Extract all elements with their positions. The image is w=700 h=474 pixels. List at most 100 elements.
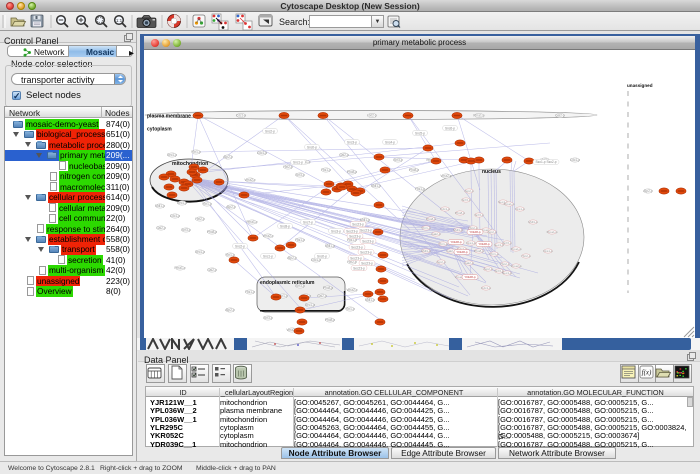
svg-text:Fks1-p: Fks1-p bbox=[543, 249, 553, 253]
svg-text:Pma1-p: Pma1-p bbox=[547, 230, 558, 234]
svg-text:Atp2-p: Atp2-p bbox=[436, 260, 445, 264]
svg-text:Ybr1-p: Ybr1-p bbox=[438, 242, 448, 246]
svg-text:Mdl1-p: Mdl1-p bbox=[371, 184, 381, 188]
svg-text:Fks1-p: Fks1-p bbox=[245, 290, 255, 294]
svg-text:Sec23-p: Sec23-p bbox=[360, 228, 372, 232]
svg-text:Hxt2-p: Hxt2-p bbox=[195, 217, 205, 221]
svg-text:Fks1-p: Fks1-p bbox=[415, 187, 425, 191]
svg-text:Mdl1-p: Mdl1-p bbox=[155, 204, 165, 208]
svg-text:Hxt2-p: Hxt2-p bbox=[500, 262, 509, 266]
svg-text:Sec1-p: Sec1-p bbox=[167, 153, 177, 157]
svg-text:Sec1-p: Sec1-p bbox=[177, 201, 187, 205]
svg-text:Sec23-p: Sec23-p bbox=[362, 239, 374, 243]
svg-text:Fks1-p: Fks1-p bbox=[347, 238, 357, 242]
svg-text:Atp2-p: Atp2-p bbox=[223, 155, 233, 159]
svg-text:Mdl1-p: Mdl1-p bbox=[325, 244, 335, 248]
svg-text:Hxt2-p: Hxt2-p bbox=[521, 254, 530, 258]
svg-text:Ybr1-p: Ybr1-p bbox=[202, 202, 212, 206]
svg-text:Cdc1-p: Cdc1-p bbox=[570, 158, 581, 162]
svg-text:Ybr1-p: Ybr1-p bbox=[225, 253, 235, 257]
svg-text:1:1: 1:1 bbox=[116, 18, 123, 23]
svg-text:unassigned: unassigned bbox=[627, 83, 653, 88]
svg-text:Sec23-p: Sec23-p bbox=[361, 261, 373, 265]
svg-text:Sec23-p: Sec23-p bbox=[350, 256, 362, 260]
svg-text:Yil128-p: Yil128-p bbox=[456, 250, 468, 254]
svg-text:Yil128-p: Yil128-p bbox=[450, 240, 462, 244]
svg-text:Fks1-p: Fks1-p bbox=[515, 207, 525, 211]
svg-text:Atp2-p: Atp2-p bbox=[483, 267, 492, 271]
svg-text:Gal2-p: Gal2-p bbox=[464, 261, 474, 265]
svg-text:Snc1-p: Snc1-p bbox=[263, 254, 273, 258]
svg-text:Snf3-p: Snf3-p bbox=[295, 284, 305, 288]
svg-text:Sec1-p: Sec1-p bbox=[195, 250, 205, 254]
svg-text:Gal2-p: Gal2-p bbox=[555, 114, 565, 118]
svg-text:Sso1-p Sso2-p: Sso1-p Sso2-p bbox=[535, 160, 556, 164]
svg-text:Fks1-p: Fks1-p bbox=[321, 168, 331, 172]
svg-text:Vma2-p: Vma2-p bbox=[244, 178, 255, 182]
svg-text:Sec23-p: Sec23-p bbox=[360, 250, 372, 254]
svg-text:Mdl1-p: Mdl1-p bbox=[365, 298, 375, 302]
svg-text:Gal2-p: Gal2-p bbox=[431, 232, 441, 236]
svg-text:Ybr1-p: Ybr1-p bbox=[191, 150, 201, 154]
svg-text:Gal2-p: Gal2-p bbox=[156, 226, 166, 230]
svg-text:Ybr1-p: Ybr1-p bbox=[345, 307, 355, 311]
svg-text:Sec1-p: Sec1-p bbox=[494, 243, 504, 247]
svg-text:cytoplasm: cytoplasm bbox=[147, 127, 172, 133]
svg-text:Pma1-p: Pma1-p bbox=[511, 247, 522, 251]
svg-text:Sec1-p: Sec1-p bbox=[502, 271, 512, 275]
svg-text:Mdl1-p: Mdl1-p bbox=[528, 220, 538, 224]
svg-text:Snf3-p: Snf3-p bbox=[461, 198, 470, 202]
svg-text:Gal2-p: Gal2-p bbox=[339, 153, 349, 157]
svg-text:Hxt2-p: Hxt2-p bbox=[283, 165, 293, 169]
svg-text:Sec23-p: Sec23-p bbox=[346, 229, 358, 233]
svg-text:Gal2-p: Gal2-p bbox=[207, 268, 217, 272]
svg-text:Yil128-p: Yil128-p bbox=[464, 275, 476, 279]
svg-text:Atp2-p: Atp2-p bbox=[487, 230, 496, 234]
svg-text:Snf3-p: Snf3-p bbox=[295, 173, 305, 177]
svg-text:Snc3-p: Snc3-p bbox=[347, 140, 357, 144]
svg-text:Pho8-p: Pho8-p bbox=[323, 286, 334, 290]
svg-text:Vma2-p: Vma2-p bbox=[511, 264, 522, 268]
svg-text:Snc3-p: Snc3-p bbox=[331, 229, 341, 233]
svg-text:Pho8-p: Pho8-p bbox=[426, 217, 436, 221]
svg-text:plasma membrane: plasma membrane bbox=[147, 114, 191, 120]
svg-text:Snf3-p: Snf3-p bbox=[181, 228, 191, 232]
svg-text:Cdc1-p: Cdc1-p bbox=[311, 258, 322, 262]
svg-text:Hxt2-p: Hxt2-p bbox=[367, 114, 377, 118]
svg-text:Snc4-p: Snc4-p bbox=[385, 140, 395, 144]
svg-text:Pho8-p: Pho8-p bbox=[325, 318, 336, 322]
svg-text:Snc6-p: Snc6-p bbox=[445, 126, 455, 130]
svg-text:Ybr1-p: Ybr1-p bbox=[421, 226, 431, 230]
svg-text:Pma1-p: Pma1-p bbox=[246, 220, 257, 224]
svg-text:Atp2-p: Atp2-p bbox=[287, 256, 297, 260]
svg-text:Pho8-p: Pho8-p bbox=[474, 249, 484, 253]
svg-text:Snc2-p: Snc2-p bbox=[265, 129, 275, 133]
svg-text:Pma1-p: Pma1-p bbox=[504, 202, 515, 206]
svg-text:Ybr1-p: Ybr1-p bbox=[489, 252, 499, 256]
svg-text:Cdc1-p: Cdc1-p bbox=[170, 214, 181, 218]
svg-text:Atp2-p: Atp2-p bbox=[226, 205, 236, 209]
svg-text:Vma2-p: Vma2-p bbox=[346, 288, 357, 292]
svg-text:Atp2-p: Atp2-p bbox=[464, 189, 473, 193]
svg-text:endoplasmic reticulum: endoplasmic reticulum bbox=[260, 280, 315, 286]
svg-text:Mdl1-p: Mdl1-p bbox=[453, 228, 463, 232]
svg-text:Snc2-p: Snc2-p bbox=[235, 244, 245, 248]
svg-text:Pho8-p: Pho8-p bbox=[409, 168, 420, 172]
svg-text:Cdc1-p: Cdc1-p bbox=[257, 151, 268, 155]
svg-text:Pho8-p: Pho8-p bbox=[347, 170, 358, 174]
svg-text:Snc0-p: Snc0-p bbox=[317, 254, 327, 258]
svg-text:Pma1-p: Pma1-p bbox=[174, 266, 185, 270]
svg-text:Vma2-p: Vma2-p bbox=[440, 174, 451, 178]
svg-text:Sec23-p: Sec23-p bbox=[349, 234, 361, 238]
svg-text:Snf3-p: Snf3-p bbox=[393, 158, 403, 162]
svg-text:Yil128-p: Yil128-p bbox=[469, 230, 481, 234]
svg-text:Snf3-p: Snf3-p bbox=[474, 213, 483, 217]
svg-text:Pma1-p: Pma1-p bbox=[473, 114, 484, 118]
svg-text:Snc7-p: Snc7-p bbox=[303, 220, 313, 224]
svg-text:Fks1-p: Fks1-p bbox=[466, 241, 476, 245]
svg-text:Snc8-p: Snc8-p bbox=[280, 224, 290, 228]
svg-text:Pho8-p: Pho8-p bbox=[207, 230, 218, 234]
svg-text:Snf3-p: Snf3-p bbox=[263, 316, 273, 320]
svg-text:Sec1-p: Sec1-p bbox=[305, 303, 315, 307]
svg-text:Sec23-p: Sec23-p bbox=[352, 222, 364, 226]
